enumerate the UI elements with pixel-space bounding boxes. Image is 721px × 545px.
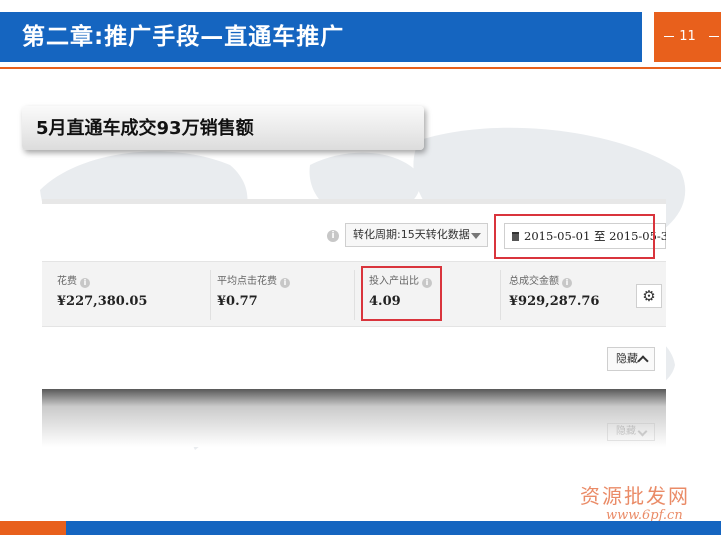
dashboard-screenshot: i 转化周期:15天转化数据 2015-05-01 至 2015-05-31 花… [42,199,666,447]
reflected-button-label: 隐藏 [616,426,636,437]
page-number: 11 [679,29,696,44]
title-bar: 第二章:推广手段—直通车推广 [0,12,642,62]
gear-icon[interactable]: ⚙ [636,284,662,308]
subtitle-text: 5月直通车成交93万销售额 [36,118,254,139]
slide: 第二章:推广手段—直通车推广 11 5月直通车成交93万销售额 i 转化周期:1… [0,0,721,545]
title-underline [0,67,721,69]
conversion-period-select[interactable]: 转化周期:15天转化数据 [345,223,488,247]
page-number-box: 11 [654,12,721,62]
metric-label: 平均点击花费 [217,276,277,287]
info-icon[interactable]: i [562,278,572,288]
footer-blue-bar [66,521,721,535]
collapse-button[interactable]: 隐藏 [607,347,655,371]
metric-value: ¥0.77 [217,294,258,309]
metric-value: ¥227,380.05 [57,294,148,309]
watermark-logo: 资源批发网 [580,484,690,508]
slide-title: 第二章:推广手段—直通车推广 [22,24,345,50]
report-toolbar: i 转化周期:15天转化数据 2015-05-01 至 2015-05-31 [42,204,666,261]
page-dash-right [709,36,719,37]
chevron-down-icon [637,426,648,437]
info-icon[interactable]: i [327,230,339,242]
metric-value: ¥929,287.76 [509,294,600,309]
metric-divider [500,270,501,320]
collapse-button-label: 隐藏 [616,352,638,365]
date-range-highlight [494,214,655,259]
metric-label: 花费 [57,276,77,287]
screenshot-reflection: 隐藏 [42,423,666,443]
chevron-up-icon [637,355,649,367]
metric-divider [354,270,355,320]
info-icon[interactable]: i [280,278,290,288]
reflected-collapse-button: 隐藏 [607,423,655,441]
metric-divider [210,270,211,320]
metrics-panel: 花费 i ¥227,380.05 平均点击花费 i ¥0.77 投入产出比 i 4.0… [42,261,666,327]
conversion-period-label: 转化周期:15天转化数据 [353,228,470,241]
info-icon[interactable]: i [80,278,90,288]
subtitle-box: 5月直通车成交93万销售额 [22,106,424,150]
footer-orange-bar [0,521,66,535]
roi-highlight [361,266,442,321]
metric-label: 总成交金额 [509,276,559,287]
chevron-down-icon [471,233,481,239]
